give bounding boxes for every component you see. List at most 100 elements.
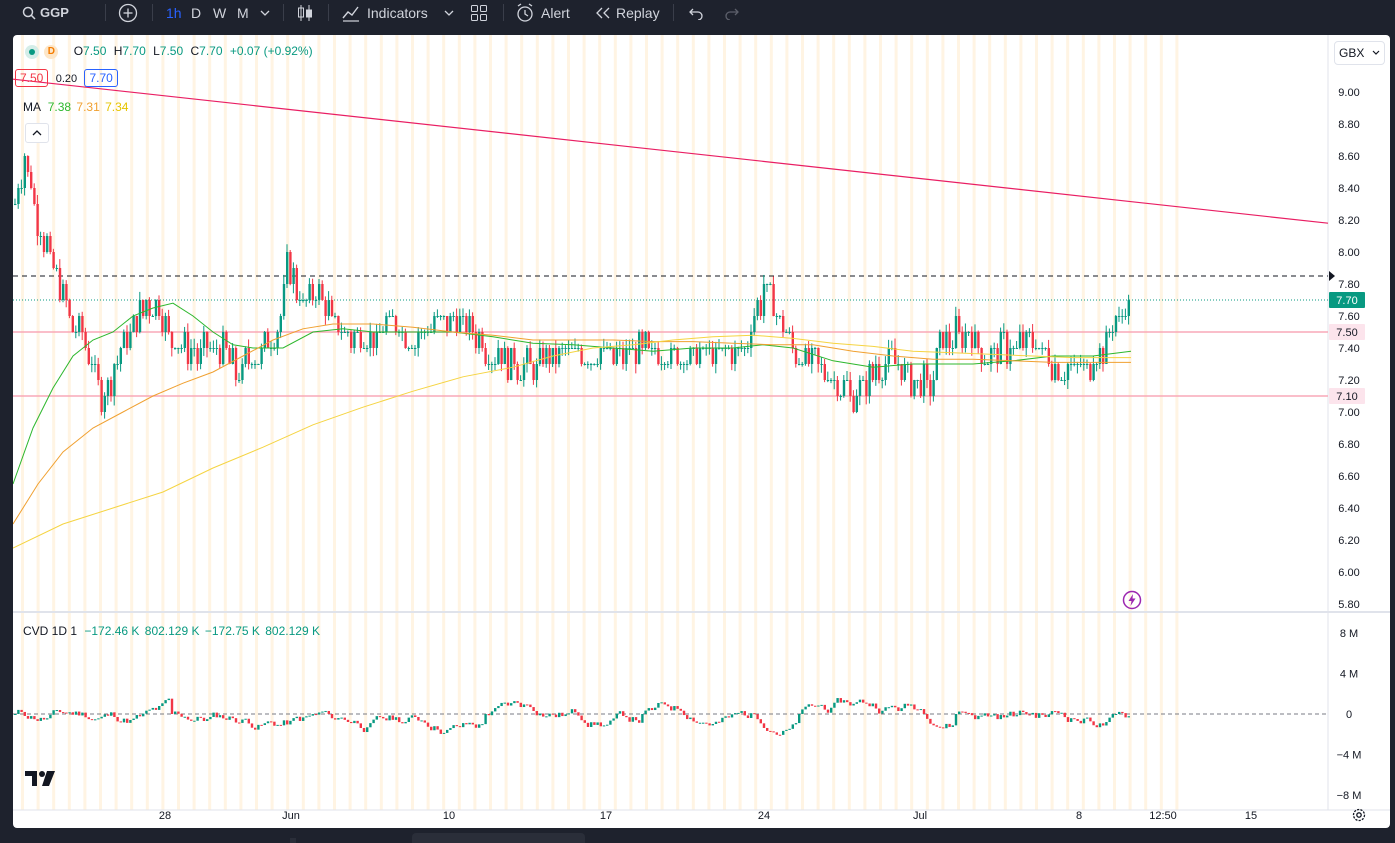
candle-body — [826, 380, 830, 381]
cvd-bar — [974, 715, 977, 720]
candle-body — [1022, 332, 1025, 348]
candle-body — [289, 252, 292, 284]
replay-label: Replay — [616, 4, 660, 21]
cvd-bar — [94, 719, 97, 721]
settings-icon[interactable] — [1351, 807, 1367, 828]
interval-week[interactable]: W — [213, 0, 226, 25]
replay-button[interactable]: Replay — [594, 0, 660, 25]
cvd-bar — [817, 705, 820, 707]
cvd-bar — [305, 716, 308, 718]
cvd-bar — [17, 709, 20, 714]
indicators-dropdown[interactable] — [443, 0, 455, 25]
chart-type-button[interactable] — [296, 0, 314, 25]
cvd-bar — [897, 707, 900, 712]
session-stripe — [645, 35, 648, 810]
candle-body — [372, 332, 375, 348]
tradingview-logo[interactable] — [25, 769, 57, 792]
candle-body — [375, 332, 378, 348]
cvd-bar — [218, 715, 222, 718]
session-stripe — [941, 35, 945, 810]
candle-body — [388, 316, 391, 317]
add-symbol-button[interactable] — [118, 0, 138, 25]
session-stripe — [785, 35, 789, 810]
session-stripe — [910, 35, 914, 810]
bid-price[interactable]: 7.50 — [15, 69, 49, 87]
candle-body — [462, 316, 465, 317]
cvd-bar — [129, 720, 132, 723]
candle-body — [180, 348, 183, 349]
cvd-bar — [682, 710, 686, 716]
interval-month[interactable]: M — [237, 0, 249, 25]
cvd-bar — [714, 721, 718, 724]
candle-body — [900, 364, 903, 380]
chart-canvas[interactable]: 9.00 8.80 8.60 8.40 8.20 8.00 7.80 7.60 7.40 7.20… — [13, 35, 1390, 828]
cvd-bar — [295, 716, 298, 719]
redo-button[interactable] — [724, 0, 742, 25]
layout-button[interactable] — [470, 0, 488, 25]
candle-body — [1002, 332, 1006, 333]
candle-body — [487, 364, 490, 365]
ask-price[interactable]: 7.70 — [84, 69, 118, 87]
candle-body — [644, 332, 647, 348]
candle-body — [1105, 332, 1108, 364]
cvd-bar — [532, 707, 535, 711]
symbol-search[interactable]: GGP — [22, 0, 69, 25]
candle-body — [318, 284, 321, 300]
bottom-panel-handle[interactable] — [290, 838, 296, 843]
session-stripe — [348, 35, 352, 810]
cvd-bar — [1121, 711, 1124, 714]
cvd-bar — [113, 712, 116, 717]
cvd-scale-label: 4 M — [1340, 669, 1358, 681]
bottom-panel-tab[interactable] — [412, 833, 585, 843]
candle-body — [1025, 332, 1028, 348]
candle-body — [986, 364, 990, 365]
candle-body — [391, 316, 394, 317]
candle-body — [1012, 348, 1015, 349]
candle-body — [503, 348, 506, 364]
candle-body — [471, 316, 474, 332]
cvd-bar — [769, 730, 772, 732]
cvd-bar — [945, 723, 948, 729]
candle-body — [830, 380, 833, 381]
cvd-bar — [321, 711, 324, 713]
collapse-legend-button[interactable] — [25, 123, 49, 143]
cvd-bar — [743, 711, 746, 716]
alert-button[interactable]: Alert — [515, 0, 570, 25]
cvd-bar — [100, 716, 103, 719]
candle-body — [458, 316, 462, 332]
interval-1h[interactable]: 1h — [166, 0, 182, 25]
session-stripe — [21, 35, 24, 810]
cvd-bar — [177, 711, 180, 714]
cvd-bar — [481, 724, 484, 726]
candle-body — [1089, 364, 1092, 380]
indicators-label: Indicators — [367, 4, 428, 21]
candle-body — [116, 364, 119, 365]
cvd-bar — [596, 722, 599, 725]
lightning-icon[interactable] — [1122, 590, 1142, 615]
cvd-bar — [436, 726, 439, 730]
candle-body — [359, 332, 362, 348]
currency-select[interactable]: GBX — [1334, 41, 1385, 65]
cvd-bar — [698, 722, 702, 724]
undo-button[interactable] — [686, 0, 704, 25]
session-stripe — [1003, 35, 1007, 810]
candle-body — [522, 364, 526, 380]
indicators-button[interactable]: Indicators — [341, 0, 428, 25]
interval-day[interactable]: D — [191, 0, 201, 25]
cvd-bar — [1028, 714, 1031, 716]
open-label: O — [73, 44, 84, 58]
cvd-bar — [919, 709, 922, 711]
session-stripe — [223, 35, 227, 810]
cvd-bar — [756, 714, 759, 720]
cvd-bar — [1092, 721, 1095, 726]
candle-body — [257, 364, 260, 365]
candle-body — [292, 268, 295, 284]
chart-area[interactable]: 9.00 8.80 8.60 8.40 8.20 8.00 7.80 7.60 7.40 7.20… — [13, 35, 1390, 828]
candle-body — [743, 348, 746, 349]
cvd-bar — [276, 724, 279, 726]
candle-body — [990, 348, 993, 364]
candle-body — [1009, 348, 1012, 364]
interval-dropdown[interactable] — [259, 0, 271, 25]
candle-body — [1070, 364, 1073, 365]
candle-body — [561, 348, 564, 349]
